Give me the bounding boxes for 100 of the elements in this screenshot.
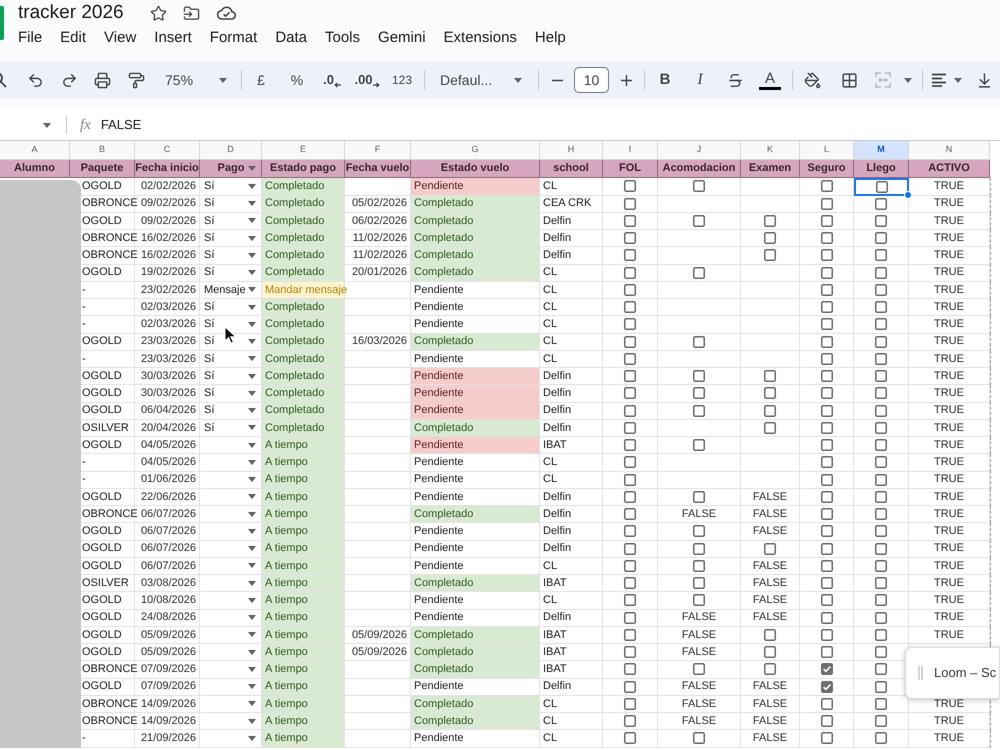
checkbox[interactable] (875, 508, 887, 520)
checkbox[interactable] (875, 542, 887, 554)
caret-icon[interactable] (219, 78, 227, 82)
checkbox[interactable] (624, 404, 636, 416)
caret-icon[interactable] (248, 339, 256, 344)
checkbox[interactable] (624, 612, 636, 624)
checkbox[interactable] (624, 318, 636, 330)
checkbox[interactable] (693, 663, 705, 676)
checkbox[interactable] (693, 266, 705, 278)
checkbox[interactable] (875, 404, 887, 416)
checkbox[interactable] (693, 490, 705, 503)
checkbox[interactable] (624, 628, 636, 641)
checkbox[interactable] (764, 422, 776, 434)
column-letter[interactable]: G (411, 141, 540, 160)
column-letter[interactable]: L (800, 141, 854, 160)
checkbox[interactable] (624, 439, 636, 451)
checkbox[interactable] (624, 456, 636, 468)
caret-icon[interactable] (248, 184, 256, 189)
font-size-field[interactable]: 10 (574, 67, 609, 93)
menu-item[interactable]: Help (534, 26, 566, 50)
checkbox[interactable] (875, 439, 887, 451)
column-letter[interactable]: H (540, 141, 603, 160)
checkbox[interactable] (624, 474, 636, 486)
checkbox[interactable] (764, 628, 776, 641)
cloud-check-icon[interactable] (216, 6, 236, 20)
checkbox[interactable] (693, 525, 705, 538)
checkbox[interactable] (693, 214, 705, 227)
checkbox[interactable] (820, 663, 832, 676)
checkbox[interactable] (624, 715, 636, 727)
checkbox[interactable] (875, 490, 887, 503)
checkbox[interactable] (820, 508, 832, 520)
caret-icon[interactable] (248, 408, 256, 413)
number-format-button[interactable]: 123 (388, 67, 416, 93)
selected-cell-frame[interactable] (854, 178, 909, 196)
checkbox[interactable] (624, 646, 636, 658)
checkbox[interactable] (624, 387, 636, 400)
checkbox[interactable] (875, 594, 887, 606)
move-folder-icon[interactable] (182, 4, 200, 22)
checkbox[interactable] (820, 198, 832, 210)
menu-item[interactable]: Tools (325, 26, 360, 50)
checkbox[interactable] (820, 352, 832, 365)
checkbox[interactable] (820, 680, 832, 692)
caret-icon[interactable] (248, 270, 256, 275)
checkbox[interactable] (624, 698, 636, 710)
column-letter[interactable]: N (909, 141, 990, 160)
checkbox[interactable] (693, 336, 705, 348)
checkbox[interactable] (624, 525, 636, 538)
checkbox[interactable] (820, 232, 832, 244)
caret-icon[interactable] (248, 166, 256, 171)
checkbox[interactable] (875, 456, 887, 468)
redo-icon[interactable] (60, 72, 78, 88)
checkbox[interactable] (693, 404, 705, 416)
star-icon[interactable] (150, 4, 167, 22)
column-letter[interactable]: J (658, 141, 741, 160)
checkbox[interactable] (820, 439, 832, 451)
caret-icon[interactable] (954, 78, 962, 82)
checkbox[interactable] (764, 663, 776, 676)
checkbox[interactable] (820, 732, 832, 744)
checkbox[interactable] (875, 387, 887, 400)
paint-format-icon[interactable] (128, 72, 144, 88)
checkbox[interactable] (875, 284, 887, 296)
checkbox[interactable] (820, 404, 832, 416)
checkbox[interactable] (624, 370, 636, 382)
checkbox[interactable] (764, 249, 776, 262)
caret-icon[interactable] (514, 78, 522, 82)
menu-item[interactable]: Insert (154, 26, 192, 50)
caret-icon[interactable] (248, 218, 256, 224)
checkbox[interactable] (820, 612, 832, 624)
checkbox[interactable] (820, 525, 832, 538)
checkbox[interactable] (624, 180, 636, 192)
caret-icon[interactable] (248, 718, 256, 724)
caret-icon[interactable] (248, 442, 256, 448)
caret-icon[interactable] (248, 477, 256, 482)
checkbox[interactable] (820, 456, 832, 468)
column-letter[interactable]: B (70, 141, 135, 160)
checkbox[interactable] (764, 404, 776, 416)
formula-input[interactable]: FALSE (100, 115, 142, 135)
checkbox[interactable] (820, 698, 832, 710)
caret-icon[interactable] (248, 390, 256, 396)
checkbox[interactable] (624, 577, 636, 589)
italic-button[interactable]: I (685, 67, 715, 93)
caret-icon[interactable] (248, 356, 256, 362)
print-icon[interactable] (94, 72, 111, 88)
caret-icon[interactable] (248, 236, 256, 240)
column-letter[interactable]: E (262, 141, 345, 160)
menu-item[interactable]: Edit (60, 26, 86, 50)
borders-icon[interactable] (840, 72, 858, 88)
fill-handle[interactable] (904, 190, 912, 198)
checkbox[interactable] (875, 612, 887, 624)
menu-item[interactable]: View (104, 26, 136, 50)
checkbox[interactable] (764, 646, 776, 658)
checkbox[interactable] (820, 266, 832, 278)
font-dropdown[interactable]: Defaul... (434, 67, 528, 93)
menu-item[interactable]: File (18, 26, 42, 50)
checkbox[interactable] (820, 318, 832, 330)
checkbox[interactable] (764, 542, 776, 554)
checkbox[interactable] (820, 301, 832, 313)
checkbox[interactable] (820, 422, 832, 434)
checkbox[interactable] (624, 352, 636, 365)
checkbox[interactable] (875, 318, 887, 330)
